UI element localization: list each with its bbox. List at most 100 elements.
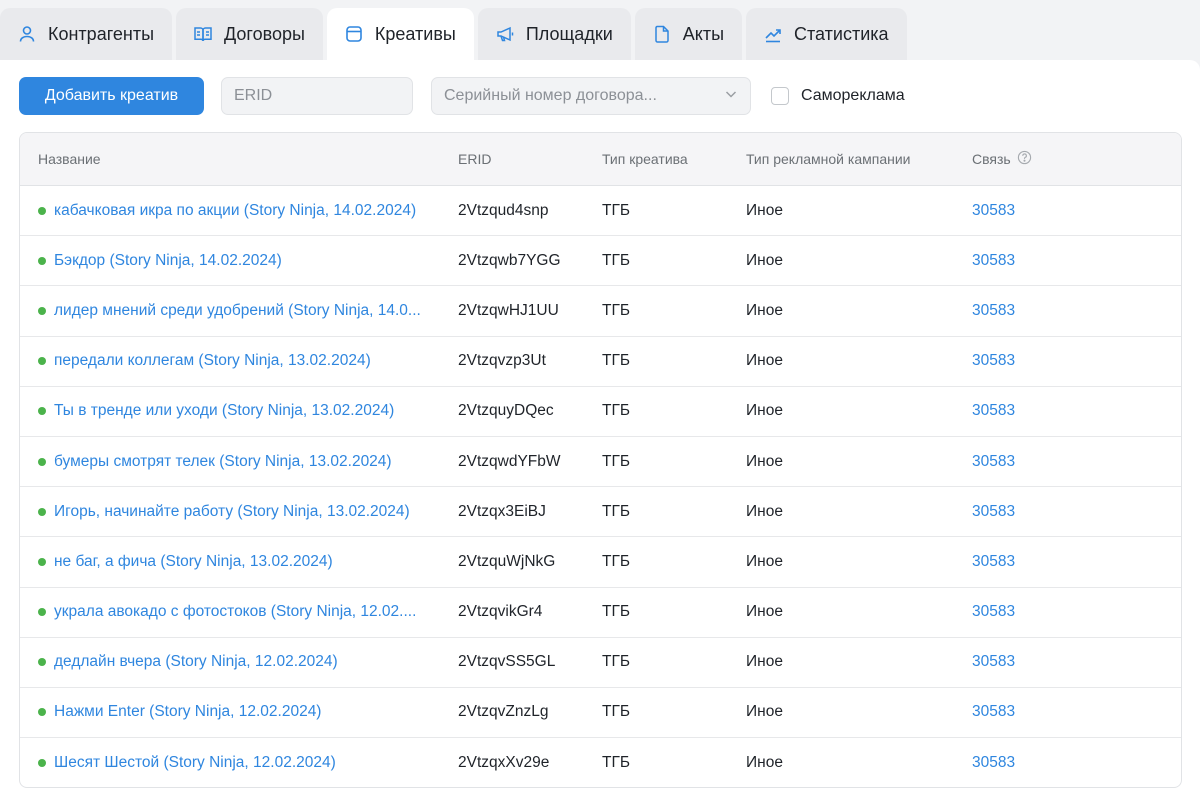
table-row[interactable]: Ты в тренде или уходи (Story Ninja, 13.0… [20, 387, 1181, 437]
cell-name: кабачковая икра по акции (Story Ninja, 1… [20, 202, 458, 220]
creative-name-link[interactable]: кабачковая икра по акции (Story Ninja, 1… [54, 202, 416, 220]
cell-erid: 2VtzqxXv29e [458, 754, 550, 772]
table-row[interactable]: не баг, а фича (Story Ninja, 13.02.2024)… [20, 537, 1181, 588]
cell-name: Ты в тренде или уходи (Story Ninja, 13.0… [20, 402, 458, 420]
status-dot-icon [38, 407, 46, 416]
cell-name: Нажми Enter (Story Ninja, 12.02.2024) [20, 703, 458, 721]
self-ad-toggle[interactable]: Самореклама [771, 87, 905, 105]
cell-creative-type: ТГБ [602, 754, 631, 772]
creatives-table: Название ERID Тип креатива Тип рекламной… [19, 132, 1182, 788]
cell-campaign-type: Иное [746, 352, 783, 370]
link-id[interactable]: 30583 [972, 503, 1015, 521]
tab-label: Акты [682, 23, 725, 44]
table-row[interactable]: Бэкдор (Story Ninja, 14.02.2024) 2Vtzqwb7… [20, 236, 1181, 287]
tab-platforms[interactable]: Площадки [477, 8, 631, 60]
add-creative-button[interactable]: Добавить креатив [19, 77, 204, 115]
creative-name-link[interactable]: не баг, а фича (Story Ninja, 13.02.2024) [54, 553, 333, 571]
status-dot-icon [38, 306, 46, 315]
table-row[interactable]: лидер мнений среди удобрений (Story Ninj… [20, 286, 1181, 337]
tab-contracts[interactable]: Договоры [176, 8, 323, 60]
link-id[interactable]: 30583 [972, 553, 1015, 571]
cell-campaign-type: Иное [746, 402, 783, 420]
link-id[interactable]: 30583 [972, 402, 1015, 420]
cell-campaign-type: Иное [746, 653, 783, 671]
creative-name-link[interactable]: Ты в тренде или уходи (Story Ninja, 13.0… [54, 402, 394, 420]
megaphone-icon [494, 23, 516, 45]
cell-creative-type: ТГБ [602, 552, 631, 570]
creative-name-link[interactable]: дедлайн вчера (Story Ninja, 12.02.2024) [54, 653, 338, 671]
status-dot-icon [38, 557, 46, 566]
tab-label: Договоры [224, 23, 305, 44]
status-dot-icon [38, 658, 46, 667]
creative-name-link[interactable]: передали коллегам (Story Ninja, 13.02.20… [54, 352, 371, 370]
self-ad-label: Самореклама [801, 87, 905, 104]
column-header-creative-type[interactable]: Тип креатива [602, 151, 746, 167]
cell-erid: 2VtzqvZnzLg [458, 703, 549, 721]
link-id[interactable]: 30583 [972, 302, 1015, 320]
creative-name-link[interactable]: украла авокадо с фотостоков (Story Ninja… [54, 603, 416, 621]
cell-link: 30583 [972, 603, 1172, 621]
tab-label: Статистика [794, 23, 889, 44]
main-panel: Добавить креатив Серийный номер договора… [0, 60, 1200, 811]
link-id[interactable]: 30583 [972, 653, 1015, 671]
link-id[interactable]: 30583 [972, 352, 1015, 370]
table-row[interactable]: передали коллегам (Story Ninja, 13.02.20… [20, 337, 1181, 387]
cell-campaign-type: Иное [746, 603, 783, 621]
column-header-name[interactable]: Название [20, 151, 458, 167]
cell-link: 30583 [972, 503, 1172, 521]
creative-name-link[interactable]: Нажми Enter (Story Ninja, 12.02.2024) [54, 703, 321, 721]
self-ad-checkbox[interactable] [771, 87, 789, 105]
table-row[interactable]: Нажми Enter (Story Ninja, 12.02.2024) 2Vt… [20, 688, 1181, 739]
cell-campaign-type: Иное [746, 754, 783, 772]
cell-link: 30583 [972, 703, 1172, 721]
cell-creative-type: ТГБ [602, 301, 631, 319]
creative-name-link[interactable]: Игорь, начинайте работу (Story Ninja, 13… [54, 503, 410, 521]
table-row[interactable]: бумеры смотрят телек (Story Ninja, 13.02… [20, 437, 1181, 488]
table-body: кабачковая икра по акции (Story Ninja, 1… [20, 186, 1181, 787]
cell-campaign-type: Иное [746, 201, 783, 219]
cell-name: Игорь, начинайте работу (Story Ninja, 13… [20, 503, 458, 521]
link-id[interactable]: 30583 [972, 252, 1015, 270]
cell-name: лидер мнений среди удобрений (Story Ninj… [20, 302, 458, 320]
tab-counterparties[interactable]: Контрагенты [0, 8, 173, 60]
cell-erid: 2Vtzqx3EiBJ [458, 502, 546, 520]
document-icon [651, 23, 673, 45]
cell-link: 30583 [972, 352, 1172, 370]
tab-statistics[interactable]: Статистика [746, 8, 907, 60]
table-row[interactable]: дедлайн вчера (Story Ninja, 12.02.2024) 2… [20, 638, 1181, 688]
chevron-down-icon [724, 87, 738, 106]
cell-erid: 2VtzquyDQec [458, 402, 554, 420]
link-id[interactable]: 30583 [972, 754, 1015, 772]
link-id[interactable]: 30583 [972, 202, 1015, 220]
creative-name-link[interactable]: лидер мнений среди удобрений (Story Ninj… [54, 302, 421, 320]
contract-select[interactable]: Серийный номер договора... [431, 77, 751, 115]
cell-creative-type: ТГБ [602, 603, 631, 621]
table-row[interactable]: украла авокадо с фотостоков (Story Ninja… [20, 588, 1181, 638]
tab-acts[interactable]: Акты [634, 8, 743, 60]
cell-name: передали коллегам (Story Ninja, 13.02.20… [20, 352, 458, 370]
link-id[interactable]: 30583 [972, 703, 1015, 721]
column-header-campaign-type[interactable]: Тип рекламной кампании [746, 151, 972, 167]
cell-erid: 2Vtzqvzp3Ut [458, 352, 546, 370]
creative-name-link[interactable]: бумеры смотрят телек (Story Ninja, 13.02… [54, 453, 392, 471]
erid-input[interactable] [221, 77, 413, 115]
help-icon[interactable] [1017, 150, 1032, 168]
column-header-erid[interactable]: ERID [458, 151, 602, 167]
cell-erid: 2Vtzqud4snp [458, 201, 549, 219]
link-id[interactable]: 30583 [972, 603, 1015, 621]
cell-creative-type: ТГБ [602, 402, 631, 420]
table-row[interactable]: Игорь, начинайте работу (Story Ninja, 13… [20, 487, 1181, 538]
tab-creatives[interactable]: Креативы [326, 8, 474, 60]
creative-name-link[interactable]: Бэкдор (Story Ninja, 14.02.2024) [54, 252, 282, 270]
cell-campaign-type: Иное [746, 452, 783, 470]
status-dot-icon [38, 357, 46, 366]
nav-tabs: Контрагенты Договоры Креативы Площадки А… [0, 8, 907, 60]
table-row[interactable]: кабачковая икра по акции (Story Ninja, 1… [20, 186, 1181, 237]
cell-creative-type: ТГБ [602, 703, 631, 721]
table-row[interactable]: Шесят Шестой (Story Ninja, 12.02.2024) 2V… [20, 738, 1181, 787]
link-id[interactable]: 30583 [972, 453, 1015, 471]
creative-name-link[interactable]: Шесят Шестой (Story Ninja, 12.02.2024) [54, 754, 336, 772]
status-dot-icon [38, 608, 46, 617]
chart-icon [762, 23, 784, 45]
status-dot-icon [38, 759, 46, 768]
